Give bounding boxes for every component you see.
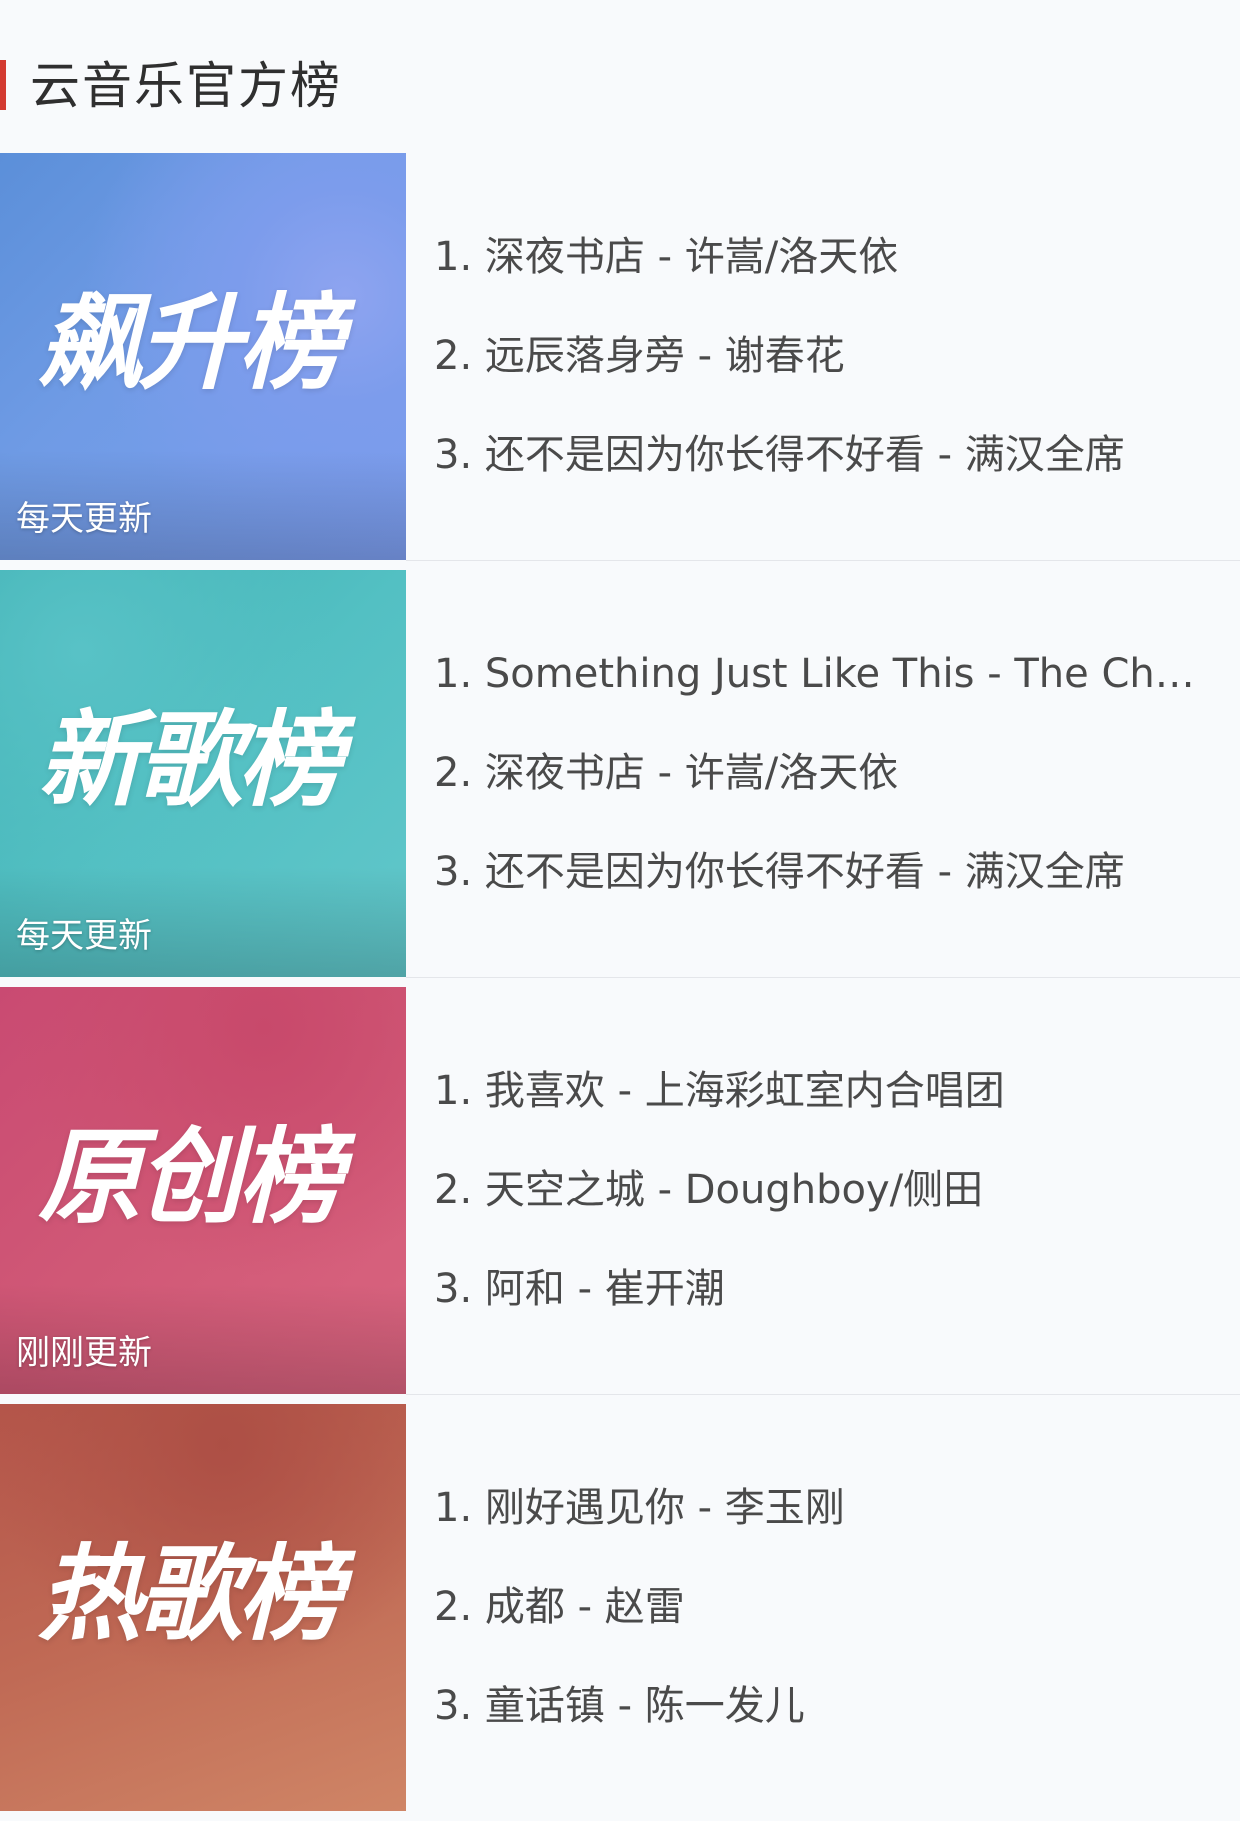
rank-cover-new[interactable]: 新歌榜 每天更新 [0,570,406,977]
update-note: 每天更新 [16,499,152,539]
track-item[interactable]: 1. 深夜书店 - 许嵩/洛天依 [434,231,1200,283]
rank-cover-hot[interactable]: 热歌榜 [0,1404,406,1811]
section-header: 云音乐官方榜 [0,52,1240,120]
update-note: 每天更新 [16,916,152,956]
track-item[interactable]: 3. 还不是因为你长得不好看 - 满汉全席 [434,846,1200,898]
track-list: 1. 刚好遇见你 - 李玉刚 2. 成都 - 赵雷 3. 童话镇 - 陈一发儿 [406,1404,1240,1811]
track-item[interactable]: 3. 童话镇 - 陈一发儿 [434,1680,1200,1732]
rank-card-new[interactable]: 新歌榜 每天更新 1. Something Just Like This - T… [0,570,1240,987]
track-item[interactable]: 1. Something Just Like This - The Cha... [434,648,1200,700]
track-item[interactable]: 1. 我喜欢 - 上海彩虹室内合唱团 [434,1065,1200,1117]
section-accent-bar [0,60,6,110]
rank-cover-title: 飙升榜 [38,282,342,404]
track-item[interactable]: 2. 成都 - 赵雷 [434,1581,1200,1633]
rank-cover-title: 新歌榜 [38,699,342,821]
track-item[interactable]: 2. 远辰落身旁 - 谢春花 [434,330,1200,382]
track-item[interactable]: 1. 刚好遇见你 - 李玉刚 [434,1482,1200,1534]
rank-card-soaring[interactable]: 飙升榜 每天更新 1. 深夜书店 - 许嵩/洛天依 2. 远辰落身旁 - 谢春花… [0,153,1240,570]
track-item[interactable]: 3. 还不是因为你长得不好看 - 满汉全席 [434,429,1200,481]
track-item[interactable]: 2. 深夜书店 - 许嵩/洛天依 [434,747,1200,799]
rank-card-original[interactable]: 原创榜 刚刚更新 1. 我喜欢 - 上海彩虹室内合唱团 2. 天空之城 - Do… [0,987,1240,1404]
section-title: 云音乐官方榜 [30,57,342,115]
track-item[interactable]: 2. 天空之城 - Doughboy/侧田 [434,1164,1200,1216]
update-note: 刚刚更新 [16,1333,152,1373]
rank-cover-soaring[interactable]: 飙升榜 每天更新 [0,153,406,560]
rank-cover-original[interactable]: 原创榜 刚刚更新 [0,987,406,1394]
track-list: 1. 我喜欢 - 上海彩虹室内合唱团 2. 天空之城 - Doughboy/侧田… [406,987,1240,1395]
rank-cover-title: 原创榜 [38,1116,342,1238]
rank-card-hot[interactable]: 热歌榜 1. 刚好遇见你 - 李玉刚 2. 成都 - 赵雷 3. 童话镇 - 陈… [0,1404,1240,1821]
rank-list: 飙升榜 每天更新 1. 深夜书店 - 许嵩/洛天依 2. 远辰落身旁 - 谢春花… [0,153,1240,1821]
track-list: 1. 深夜书店 - 许嵩/洛天依 2. 远辰落身旁 - 谢春花 3. 还不是因为… [406,153,1240,561]
track-item[interactable]: 3. 阿和 - 崔开潮 [434,1263,1200,1315]
rank-cover-title: 热歌榜 [38,1533,342,1655]
track-list: 1. Something Just Like This - The Cha...… [406,570,1240,978]
